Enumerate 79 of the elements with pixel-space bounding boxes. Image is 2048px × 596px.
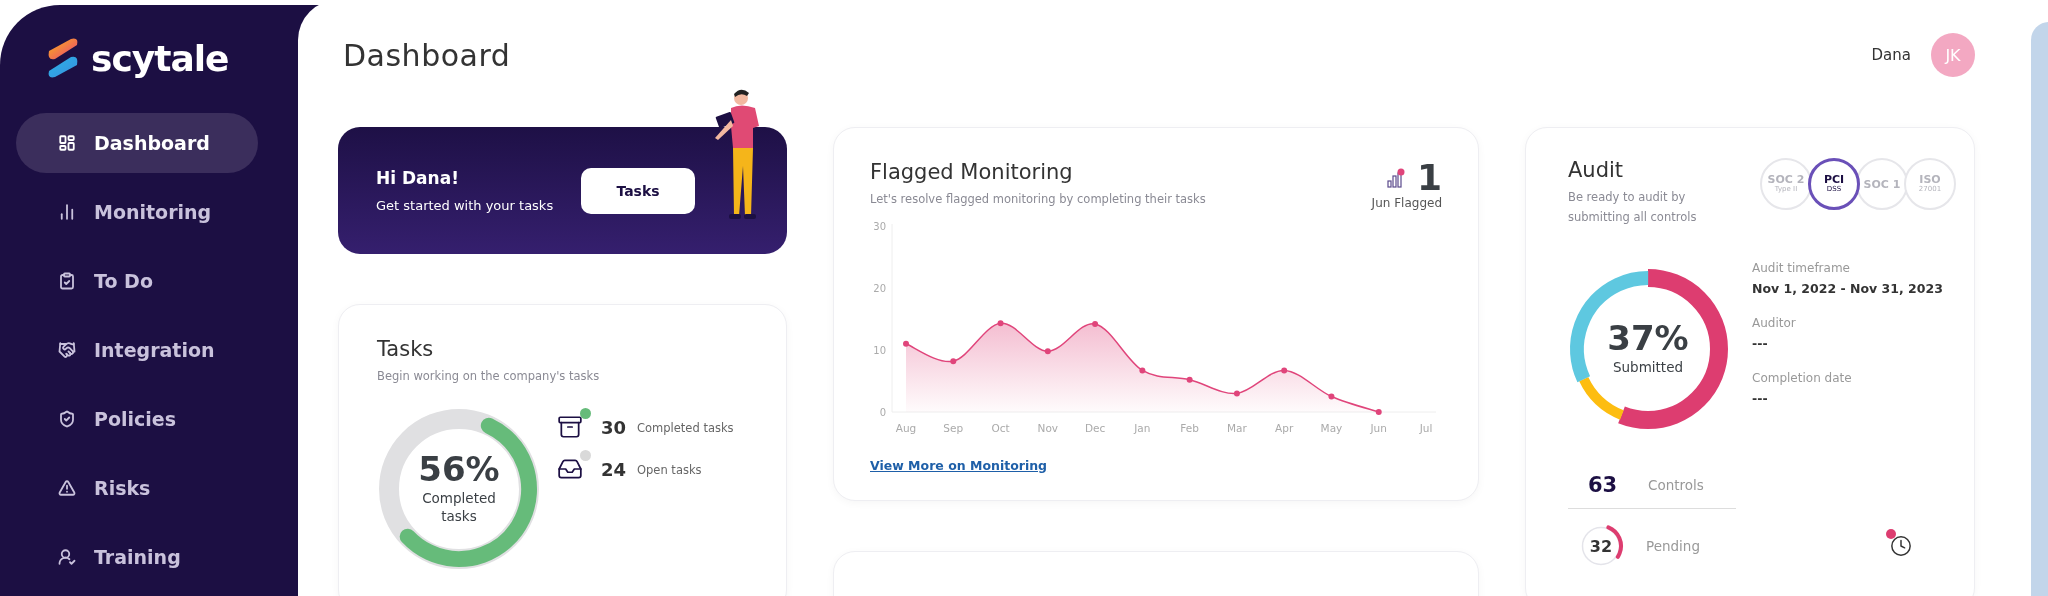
stat-label: Open tasks xyxy=(637,462,702,477)
donut-label: Completed tasks xyxy=(421,490,497,526)
axis-tick-label: Oct xyxy=(991,422,1010,434)
nav-item[interactable]: Training xyxy=(16,527,258,587)
pending-count: 32 xyxy=(1589,536,1613,556)
stat-label: Completed tasks xyxy=(637,420,734,435)
controls-count: 63 xyxy=(1588,472,1619,497)
flag-count: 1 xyxy=(1416,160,1442,196)
card-subtitle: Begin working on the company's tasks xyxy=(377,368,601,385)
point xyxy=(903,340,909,347)
stat-value: 24 xyxy=(601,459,628,481)
point xyxy=(1044,348,1051,355)
tasks-button[interactable]: Tasks xyxy=(581,167,695,214)
card-title: Tasks xyxy=(377,337,435,361)
axis-tick-label: Jul xyxy=(1419,422,1433,434)
detail-label: Completion date xyxy=(1752,371,1853,386)
point xyxy=(950,358,957,365)
axis-tick-label: 0 xyxy=(879,407,886,418)
donut-percent: 37% xyxy=(1607,321,1689,356)
point xyxy=(997,320,1004,327)
nav-item[interactable]: Policies xyxy=(16,389,258,449)
card-title: Audit xyxy=(1568,158,1625,182)
clock-icon[interactable] xyxy=(1889,535,1912,558)
point xyxy=(1186,376,1193,383)
card-subtitle: Let's resolve flagged monitoring by completing their tasks xyxy=(870,191,1206,208)
shield-check-icon xyxy=(58,410,76,428)
detail-value: --- xyxy=(1752,391,1769,407)
page-title: Dashboard xyxy=(343,37,511,73)
flag-label: Jun Flagged xyxy=(1371,196,1442,210)
bar-chart-icon xyxy=(58,203,76,221)
view-more-link[interactable]: View More on Monitoring xyxy=(870,458,1048,473)
archive-icon xyxy=(557,413,583,440)
detail-label: Auditor xyxy=(1752,316,1797,331)
user-check-icon xyxy=(58,548,76,566)
axis-tick-label: Jan xyxy=(1134,422,1151,434)
point xyxy=(1281,367,1288,374)
donut-label: Submitted xyxy=(1611,359,1685,377)
card-subtitle: Be ready to audit by submitting all controls xyxy=(1568,189,1698,226)
user-name: Dana xyxy=(1871,46,1911,64)
warning-icon xyxy=(58,479,76,497)
nav-item[interactable]: To Do xyxy=(16,251,258,311)
axis-tick-label: Dec xyxy=(1084,422,1106,434)
axis-tick-label: Sep xyxy=(943,422,964,434)
notification-dot xyxy=(1885,529,1896,540)
nav-item[interactable]: Monitoring xyxy=(16,182,258,242)
nav-item[interactable]: Dashboard xyxy=(16,113,258,173)
axis-tick-label: 10 xyxy=(873,345,886,356)
certification-badge: SOC 1 xyxy=(1856,158,1908,210)
point xyxy=(1139,367,1146,374)
point xyxy=(1233,390,1240,397)
point xyxy=(1375,409,1382,415)
axis-tick-label: Apr xyxy=(1275,422,1294,434)
axis-tick-label: Jun xyxy=(1370,422,1387,434)
card-title: Flagged Monitoring xyxy=(870,160,1074,184)
nav-item[interactable]: Integration xyxy=(16,320,258,380)
stat-value: 30 xyxy=(601,417,628,439)
nav-item[interactable]: Risks xyxy=(16,458,258,518)
axis-tick-label: Mar xyxy=(1227,422,1247,434)
point xyxy=(1092,320,1099,327)
axis-tick-label: Aug xyxy=(895,422,917,434)
bar-chart-icon xyxy=(1386,168,1405,188)
axis-tick-label: May xyxy=(1320,422,1343,434)
controls-label: Controls xyxy=(1648,476,1704,493)
donut-percent: 56% xyxy=(418,452,500,486)
clipboard-check-icon xyxy=(58,272,76,290)
axis-tick-label: Nov xyxy=(1037,422,1059,434)
detail-label: Audit timeframe xyxy=(1752,261,1851,276)
pending-label: Pending xyxy=(1646,538,1700,555)
detail-value: Nov 1, 2022 - Nov 31, 2023 xyxy=(1752,281,1943,297)
dashboard-icon xyxy=(58,134,76,152)
welcome-title: Hi Dana! xyxy=(376,168,460,188)
axis-tick-label: Feb xyxy=(1180,422,1199,434)
detail-value: --- xyxy=(1752,336,1769,352)
axis-tick-label: 30 xyxy=(873,221,886,232)
logo-text: scytale xyxy=(91,37,229,79)
handshake-icon xyxy=(58,341,76,359)
welcome-subtitle: Get started with your tasks xyxy=(376,198,554,213)
point xyxy=(1328,393,1335,400)
axis-tick-label: 20 xyxy=(873,283,886,294)
